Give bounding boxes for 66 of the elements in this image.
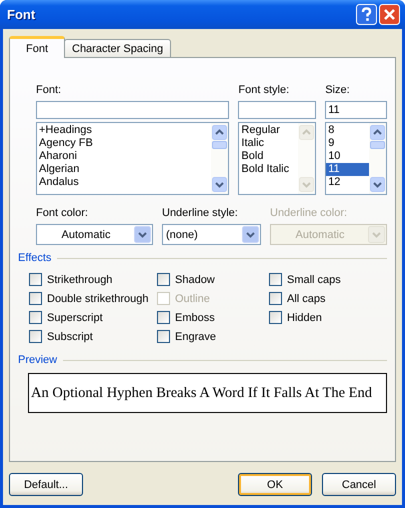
- field-label: Size:: [325, 84, 351, 98]
- dialog-button[interactable]: OK: [238, 473, 312, 496]
- caret-icon[interactable]: [134, 226, 151, 243]
- checkbox-label[interactable]: Strikethrough: [47, 274, 112, 286]
- scroll-thumb[interactable]: [212, 141, 228, 149]
- list-item[interactable]: Agency FB: [37, 137, 212, 150]
- field-label: Font style:: [238, 84, 290, 98]
- list-item[interactable]: 12: [326, 176, 369, 189]
- scrollbar[interactable]: [211, 123, 228, 194]
- checkbox-label[interactable]: Small caps: [287, 274, 341, 286]
- field-label: Font color:: [36, 207, 89, 221]
- input-field[interactable]: [238, 101, 316, 119]
- checkbox[interactable]: [157, 273, 170, 286]
- scroll-thumb[interactable]: [370, 141, 385, 149]
- input-field[interactable]: 11: [325, 101, 387, 119]
- dropdown[interactable]: Automatic: [36, 224, 153, 245]
- list-item[interactable]: Italic: [239, 137, 298, 150]
- field-label: Font:: [36, 84, 62, 98]
- field-label: Underline color:: [270, 207, 348, 221]
- checkbox-label[interactable]: Superscript: [47, 312, 103, 324]
- scroll-down-icon[interactable]: [370, 177, 385, 192]
- window-title: Font: [7, 7, 36, 22]
- list-item[interactable]: +Headings: [37, 124, 212, 137]
- preview-text: An Optional Hyphen Breaks A Word If It Falls At The End: [31, 384, 372, 402]
- checkbox-label[interactable]: Engrave: [175, 330, 216, 342]
- checkbox-label[interactable]: Subscript: [47, 330, 93, 342]
- checkbox[interactable]: [29, 330, 42, 343]
- scroll-up-icon[interactable]: [370, 125, 385, 140]
- list-item[interactable]: Bold: [239, 150, 298, 163]
- input-field[interactable]: [36, 101, 230, 119]
- list-item[interactable]: 11: [326, 163, 369, 176]
- checkbox[interactable]: [157, 311, 170, 324]
- scroll-up-icon[interactable]: [212, 125, 228, 140]
- close-icon[interactable]: [379, 4, 400, 25]
- tab[interactable]: Font: [9, 36, 65, 58]
- tab[interactable]: Character Spacing: [64, 39, 172, 57]
- section-title: Effects: [18, 252, 52, 264]
- checkbox[interactable]: [269, 292, 282, 305]
- field-label: Underline style:: [162, 207, 239, 221]
- checkbox[interactable]: [269, 311, 282, 324]
- checkbox[interactable]: [29, 273, 42, 286]
- list-item[interactable]: Aharoni: [37, 150, 212, 163]
- section-title: Preview: [18, 354, 58, 366]
- list-item[interactable]: 9: [326, 137, 369, 150]
- dialog-button[interactable]: Default...: [9, 473, 83, 496]
- list-item[interactable]: 10: [326, 150, 369, 163]
- dialog-button[interactable]: Cancel: [322, 473, 396, 496]
- help-icon[interactable]: [356, 4, 377, 25]
- scroll-down-icon[interactable]: [212, 177, 228, 192]
- checkbox-label[interactable]: Emboss: [175, 312, 215, 324]
- list-item[interactable]: Andalus: [37, 176, 212, 189]
- checkbox-label[interactable]: All caps: [287, 292, 326, 304]
- dropdown[interactable]: (none): [162, 224, 261, 245]
- caret-icon[interactable]: [242, 226, 259, 243]
- checkbox[interactable]: [157, 330, 170, 343]
- checkbox-label[interactable]: Shadow: [175, 274, 215, 286]
- list-item[interactable]: Bold Italic: [239, 163, 298, 176]
- checkbox-label[interactable]: Hidden: [287, 312, 322, 324]
- list-item[interactable]: 8: [326, 124, 369, 137]
- scrollbar[interactable]: [369, 123, 386, 194]
- list-item[interactable]: Algerian: [37, 163, 212, 176]
- checkbox-label[interactable]: Double strikethrough: [47, 292, 149, 304]
- checkbox[interactable]: [269, 273, 282, 286]
- checkbox[interactable]: [29, 292, 42, 305]
- list-item[interactable]: Regular: [239, 124, 298, 137]
- checkbox[interactable]: [29, 311, 42, 324]
